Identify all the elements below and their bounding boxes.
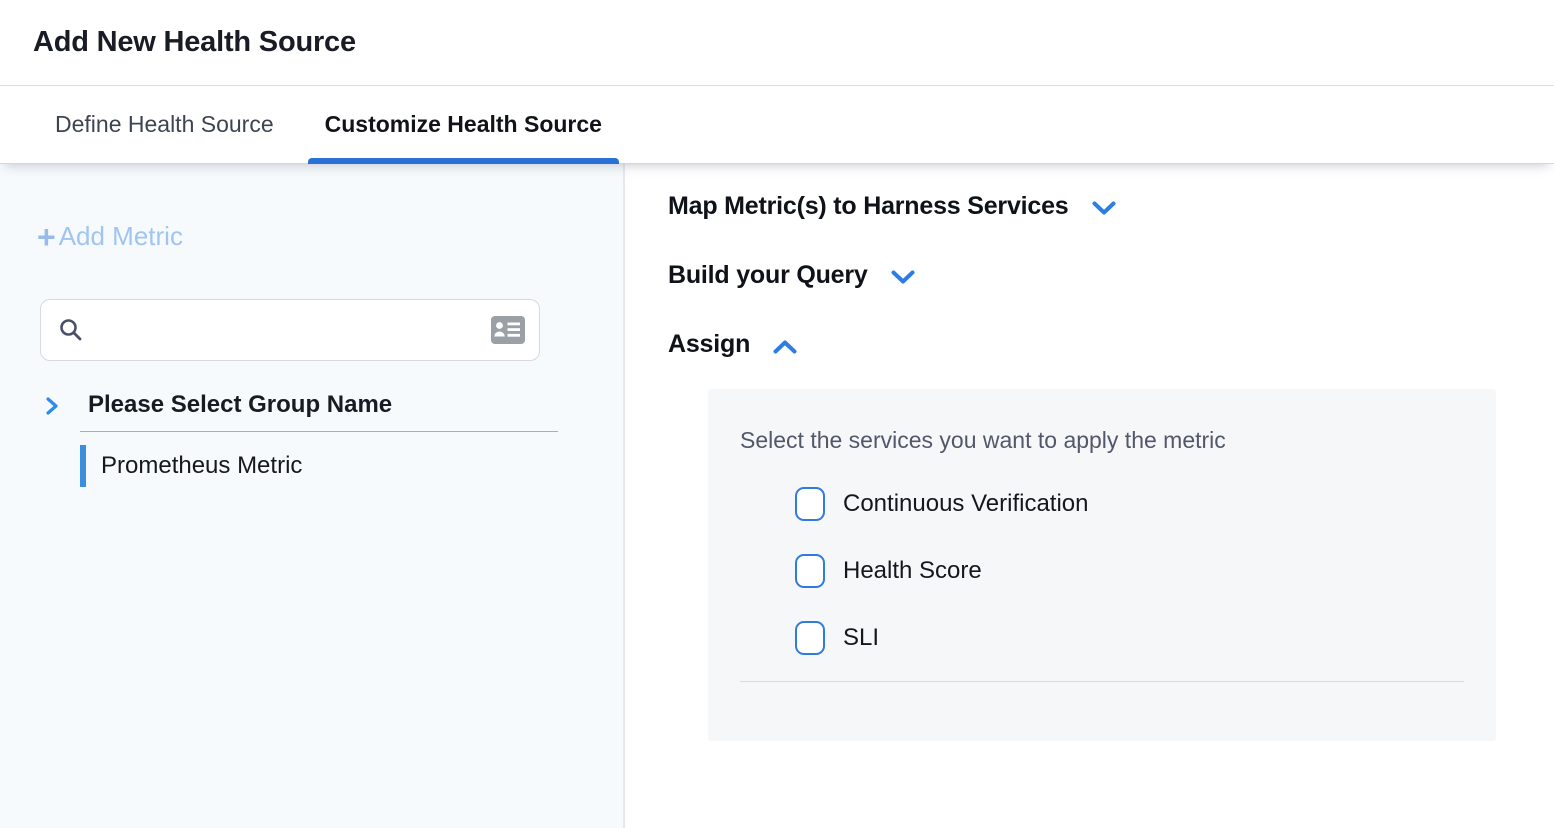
assign-divider [740, 681, 1464, 682]
assign-panel: Select the services you want to apply th… [708, 389, 1496, 741]
metric-item-label: Prometheus Metric [101, 452, 302, 480]
plus-icon: + [37, 224, 56, 250]
metric-search-box[interactable] [40, 299, 540, 361]
chevron-down-icon[interactable] [890, 269, 916, 286]
option-continuous-verification: Continuous Verification [795, 487, 1464, 521]
chevron-right-icon[interactable] [44, 395, 60, 417]
section-assign-title: Assign [668, 330, 750, 359]
health-score-label: Health Score [843, 557, 982, 585]
chevron-up-icon[interactable] [772, 338, 798, 355]
chevron-down-icon[interactable] [1091, 200, 1117, 217]
section-assign[interactable]: Assign [668, 330, 798, 359]
search-input[interactable] [96, 317, 491, 343]
tab-bar: Define Health Source Customize Health So… [0, 86, 1554, 164]
group-divider [80, 431, 558, 432]
dialog-header: Add New Health Source [0, 0, 1554, 86]
tab-customize-label: Customize Health Source [325, 111, 602, 138]
selected-indicator-bar [80, 445, 86, 487]
card-list-icon[interactable] [491, 316, 525, 344]
tab-customize-health-source[interactable]: Customize Health Source [308, 86, 619, 163]
search-icon [58, 317, 84, 343]
page-title: Add New Health Source [33, 26, 356, 59]
section-build-query-title: Build your Query [668, 261, 868, 290]
content-area: + Add Metric [0, 164, 1554, 828]
section-map-metrics[interactable]: Map Metric(s) to Harness Services [668, 192, 1117, 221]
section-build-query[interactable]: Build your Query [668, 261, 916, 290]
continuous-verification-checkbox[interactable] [795, 487, 825, 521]
metric-list-item-prometheus[interactable]: Prometheus Metric [80, 445, 623, 487]
customize-main-panel: Map Metric(s) to Harness Services Build … [625, 164, 1554, 828]
tab-define-label: Define Health Source [55, 111, 274, 138]
tab-define-health-source[interactable]: Define Health Source [38, 86, 291, 163]
add-metric-label: Add Metric [59, 221, 183, 252]
continuous-verification-label: Continuous Verification [843, 490, 1088, 518]
health-score-checkbox[interactable] [795, 554, 825, 588]
group-name-label: Please Select Group Name [88, 391, 392, 419]
option-sli: SLI [795, 621, 1464, 655]
assign-panel-title: Select the services you want to apply th… [740, 427, 1464, 454]
add-metric-button[interactable]: + Add Metric [37, 221, 183, 252]
active-tab-indicator [308, 158, 619, 164]
section-map-metrics-title: Map Metric(s) to Harness Services [668, 192, 1069, 221]
sli-checkbox[interactable] [795, 621, 825, 655]
sli-label: SLI [843, 624, 879, 652]
metric-sidebar: + Add Metric [0, 164, 625, 828]
metric-group-row[interactable]: Please Select Group Name [40, 391, 623, 419]
option-health-score: Health Score [795, 554, 1464, 588]
